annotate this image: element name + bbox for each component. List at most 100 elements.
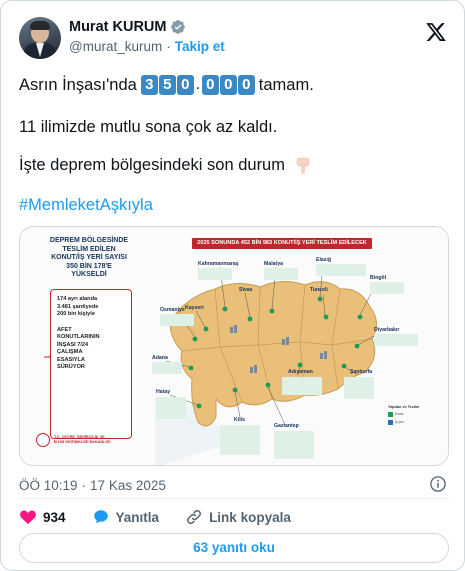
tweet-line-2: 11 ilimizde mutlu sona çok az kaldı. <box>19 118 278 136</box>
legend-item: Konut <box>388 412 444 417</box>
province-info-tag <box>370 282 404 294</box>
province-label: Malatya <box>264 261 284 267</box>
digit-keycap: 5 <box>158 75 176 95</box>
author-display-name[interactable]: Murat KURUM <box>69 19 166 35</box>
tweet-line-1: Asrın İnşası'nda 3 5 0 . 0 0 0 tamam. <box>19 74 449 96</box>
province-info-tag <box>344 377 374 399</box>
heart-icon <box>20 510 36 525</box>
work-line: AFET <box>57 326 72 333</box>
author-handle[interactable]: @murat_kurum <box>69 39 162 54</box>
province-label: Diyarbakır <box>374 327 400 333</box>
like-button[interactable]: 934 <box>19 508 66 526</box>
reply-button[interactable]: Yanıtla <box>92 508 160 526</box>
province-info-tag <box>152 362 182 374</box>
headline-line: KONUT/İŞ YERİ SAYISI <box>51 254 127 261</box>
digit-keycap: 3 <box>140 75 158 95</box>
pointing-down-hand-icon <box>296 157 309 174</box>
work-line: KONUTLARININ <box>57 334 100 340</box>
like-count: 934 <box>43 509 66 525</box>
legend-swatch <box>388 420 393 425</box>
divider <box>19 498 449 499</box>
follow-button[interactable]: Takip et <box>175 39 225 54</box>
reply-bubble-icon <box>93 510 108 524</box>
tweet-time: ÖÖ 10:19 <box>19 477 78 493</box>
province-label: Kayseri <box>185 305 204 311</box>
work-line: ÇALIŞMA <box>57 349 83 355</box>
province-label: Kilis <box>234 417 245 423</box>
tweet-line-3: İşte deprem bölgesindeki son durum <box>19 154 449 176</box>
province-info-tag <box>198 268 232 280</box>
read-replies-button[interactable]: 63 yanıtı oku <box>19 533 449 563</box>
ministry-signature: T.C. ÇEVRE, ŞEHİRCİLİK VE İKLİM DEĞİŞİKL… <box>36 433 124 447</box>
province-label: Gaziantep <box>274 423 299 429</box>
tweet-timestamp[interactable]: ÖÖ 10:19 · 17 Kas 2025 <box>19 475 449 495</box>
province-label: Şanlıurfa <box>350 369 373 375</box>
link-icon <box>187 510 202 524</box>
name-row: Murat KURUM <box>69 19 186 35</box>
tweet-header: Murat KURUM @murat_kurum · Takip et <box>19 15 449 65</box>
tweet-card: Murat KURUM @murat_kurum · Takip et Asrı… <box>0 0 465 571</box>
number-keycaps: 3 5 0 . 0 0 0 <box>140 75 255 95</box>
number-separator: . <box>195 76 201 93</box>
province-info-tag <box>374 334 418 346</box>
province-info-tag <box>282 377 322 395</box>
province-info-tag <box>264 268 298 280</box>
tweet-line-1-prefix: Asrın İnşası'nda <box>19 76 137 94</box>
reply-label: Yanıtla <box>115 509 160 525</box>
verified-badge-icon <box>171 20 186 34</box>
ministry-line: İKLİM DEĞİŞİKLİĞİ BAKANLIĞI <box>54 440 111 444</box>
infographic-legend: Yapılan ve Teslim Konut İş yeri <box>388 405 444 425</box>
tweet-date: 17 Kas 2025 <box>90 477 166 493</box>
handle-row: @murat_kurum · Takip et <box>69 39 225 54</box>
info-icon[interactable] <box>429 475 447 493</box>
province-info-tag <box>220 425 260 455</box>
legend-swatch <box>388 412 393 417</box>
infographic-headline: DEPREM BÖLGESİNDE TESLİM EDİLEN KONUT/İŞ… <box>28 237 150 280</box>
ministry-logo-icon <box>36 433 50 447</box>
province-label: Hatay <box>156 389 171 395</box>
province-info-tag <box>160 314 194 326</box>
handle-separator: · <box>166 39 171 54</box>
digit-keycap: 0 <box>176 75 194 95</box>
headline-line: 350 BİN 178'E <box>66 262 112 270</box>
province-label: Tunceli <box>310 287 328 293</box>
hashtag-link[interactable]: #MemleketAşkıyla <box>19 194 449 216</box>
province-info-tag <box>156 397 186 419</box>
copy-link-button[interactable]: Link kopyala <box>185 508 291 526</box>
digit-keycap: 0 <box>219 75 237 95</box>
headline-line: TESLİM EDİLEN <box>62 245 116 253</box>
infographic-stats-box: 174 ayrı alanda 3.481 şantiyede 200 bin … <box>50 289 132 439</box>
timestamp-separator: · <box>81 477 87 493</box>
headline-line: YÜKSELDİ <box>71 271 107 278</box>
province-label: Sivas <box>239 287 253 293</box>
copy-link-label: Link kopyala <box>209 509 291 525</box>
province-label: Elazığ <box>316 257 331 263</box>
legend-label: Konut <box>395 411 404 416</box>
legend-label: İş yeri <box>395 419 404 424</box>
avatar[interactable] <box>19 17 61 59</box>
x-logo-icon[interactable] <box>425 21 447 43</box>
province-label: Osmaniye <box>160 307 185 313</box>
infographic-banner: 2025 SONUNDA 452 BİN 983 KONUT/İŞ YERİ T… <box>192 238 372 249</box>
tweet-line-3-text: İşte deprem bölgesindeki son durum <box>19 156 285 174</box>
tweet-line-1-suffix: tamam. <box>258 76 314 94</box>
headline-line: DEPREM BÖLGESİNDE <box>49 237 129 244</box>
infographic-left-panel: DEPREM BÖLGESİNDE TESLİM EDİLEN KONUT/İŞ… <box>28 237 150 465</box>
province-label: Kahramanmaraş <box>198 261 239 267</box>
work-line: ESASIYLA <box>57 356 85 363</box>
work-line: İNŞASI 7/24 <box>57 341 89 348</box>
province-info-tag <box>316 264 366 276</box>
infographic: DEPREM BÖLGESİNDE TESLİM EDİLEN KONUT/İŞ… <box>20 227 448 465</box>
stat-line: 174 ayrı alanda <box>57 296 98 302</box>
tweet-media-image[interactable]: DEPREM BÖLGESİNDE TESLİM EDİLEN KONUT/İŞ… <box>19 226 449 466</box>
stat-line: 3.481 şantiyede <box>57 303 99 310</box>
tweet-actions: 934 Yanıtla Link kopyala <box>19 506 449 528</box>
province-label: Bingöl <box>370 275 387 281</box>
work-line: SÜRÜYOR <box>57 364 85 370</box>
stat-line: 200 bin kişiyle <box>57 311 95 317</box>
legend-title: Yapılan ve Teslim <box>388 405 420 409</box>
province-label: Adana <box>152 355 168 361</box>
province-label: Adıyaman <box>288 369 313 375</box>
digit-keycap: 0 <box>201 75 219 95</box>
province-info-tag <box>274 431 314 459</box>
